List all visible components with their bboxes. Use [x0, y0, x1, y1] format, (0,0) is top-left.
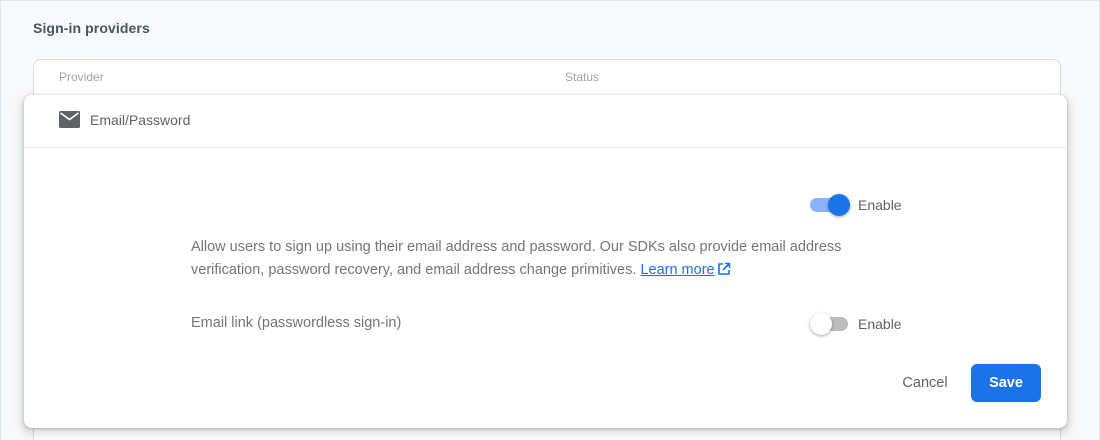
- section-title: Sign-in providers: [33, 20, 150, 36]
- column-header-provider: Provider: [59, 70, 104, 84]
- external-link-icon[interactable]: [717, 262, 731, 276]
- provider-description: Allow users to sign up using their email…: [191, 236, 911, 282]
- toggle-thumb: [828, 194, 850, 216]
- provider-name: Email/Password: [90, 112, 191, 128]
- email-link-enable-toggle[interactable]: [810, 312, 850, 336]
- email-link-enable-label: Enable: [858, 316, 902, 332]
- save-button[interactable]: Save: [971, 364, 1041, 402]
- email-link-label: Email link (passwordless sign-in): [191, 315, 402, 331]
- mail-icon: [59, 111, 80, 128]
- email-password-enable-toggle[interactable]: [810, 193, 850, 217]
- dialog-header: Email/Password: [24, 95, 1067, 148]
- cancel-button[interactable]: Cancel: [886, 364, 964, 402]
- toggle-thumb: [810, 313, 832, 335]
- email-password-enable-label: Enable: [858, 197, 902, 213]
- provider-config-dialog: Email/Password Enable Allow users to sig…: [24, 95, 1067, 428]
- description-text: Allow users to sign up using their email…: [191, 239, 842, 278]
- page: Sign-in providers Provider Status Email/…: [0, 0, 1100, 440]
- learn-more-link[interactable]: Learn more: [640, 262, 714, 278]
- column-header-status: Status: [565, 70, 600, 84]
